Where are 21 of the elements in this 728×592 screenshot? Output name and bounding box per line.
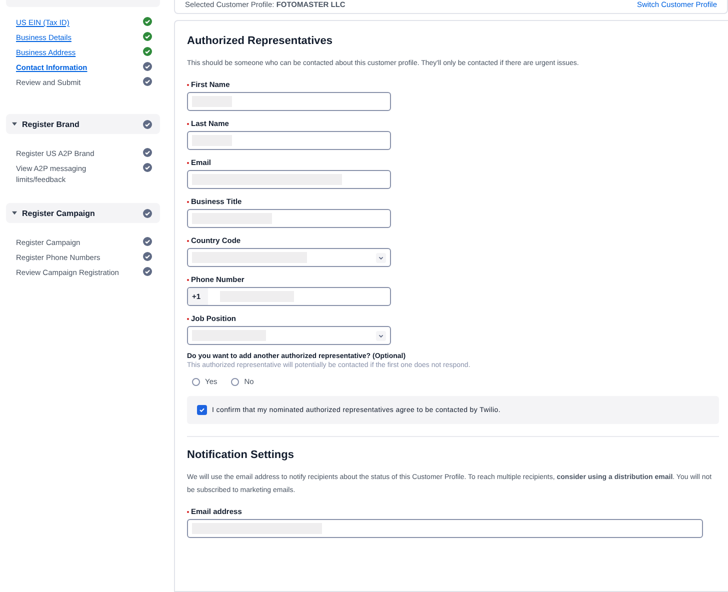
select-field[interactable] [187, 326, 391, 345]
checkbox[interactable] [197, 405, 207, 415]
caret-icon [12, 211, 17, 215]
select-field[interactable] [187, 248, 391, 267]
radio-button[interactable] [231, 378, 240, 386]
section-title: Register Brand [22, 120, 80, 128]
checkmark-icon [199, 407, 205, 413]
section-title: Register Campaign [22, 208, 95, 218]
input-field[interactable] [187, 92, 391, 111]
input-field[interactable] [187, 170, 391, 189]
input-field[interactable] [187, 209, 391, 228]
input-field[interactable] [187, 519, 703, 538]
section-header[interactable]: Register Campaign [6, 203, 160, 223]
input-field[interactable] [187, 131, 391, 150]
section-heading: Authorized Representatives [187, 35, 334, 47]
caret-icon [12, 122, 17, 126]
chevron-down-icon [376, 252, 386, 262]
section-heading: Notification Settings [187, 449, 295, 461]
radio-button[interactable] [192, 378, 200, 386]
chevron-down-icon [376, 330, 386, 340]
section-header[interactable]: Register Brand [6, 114, 160, 134]
